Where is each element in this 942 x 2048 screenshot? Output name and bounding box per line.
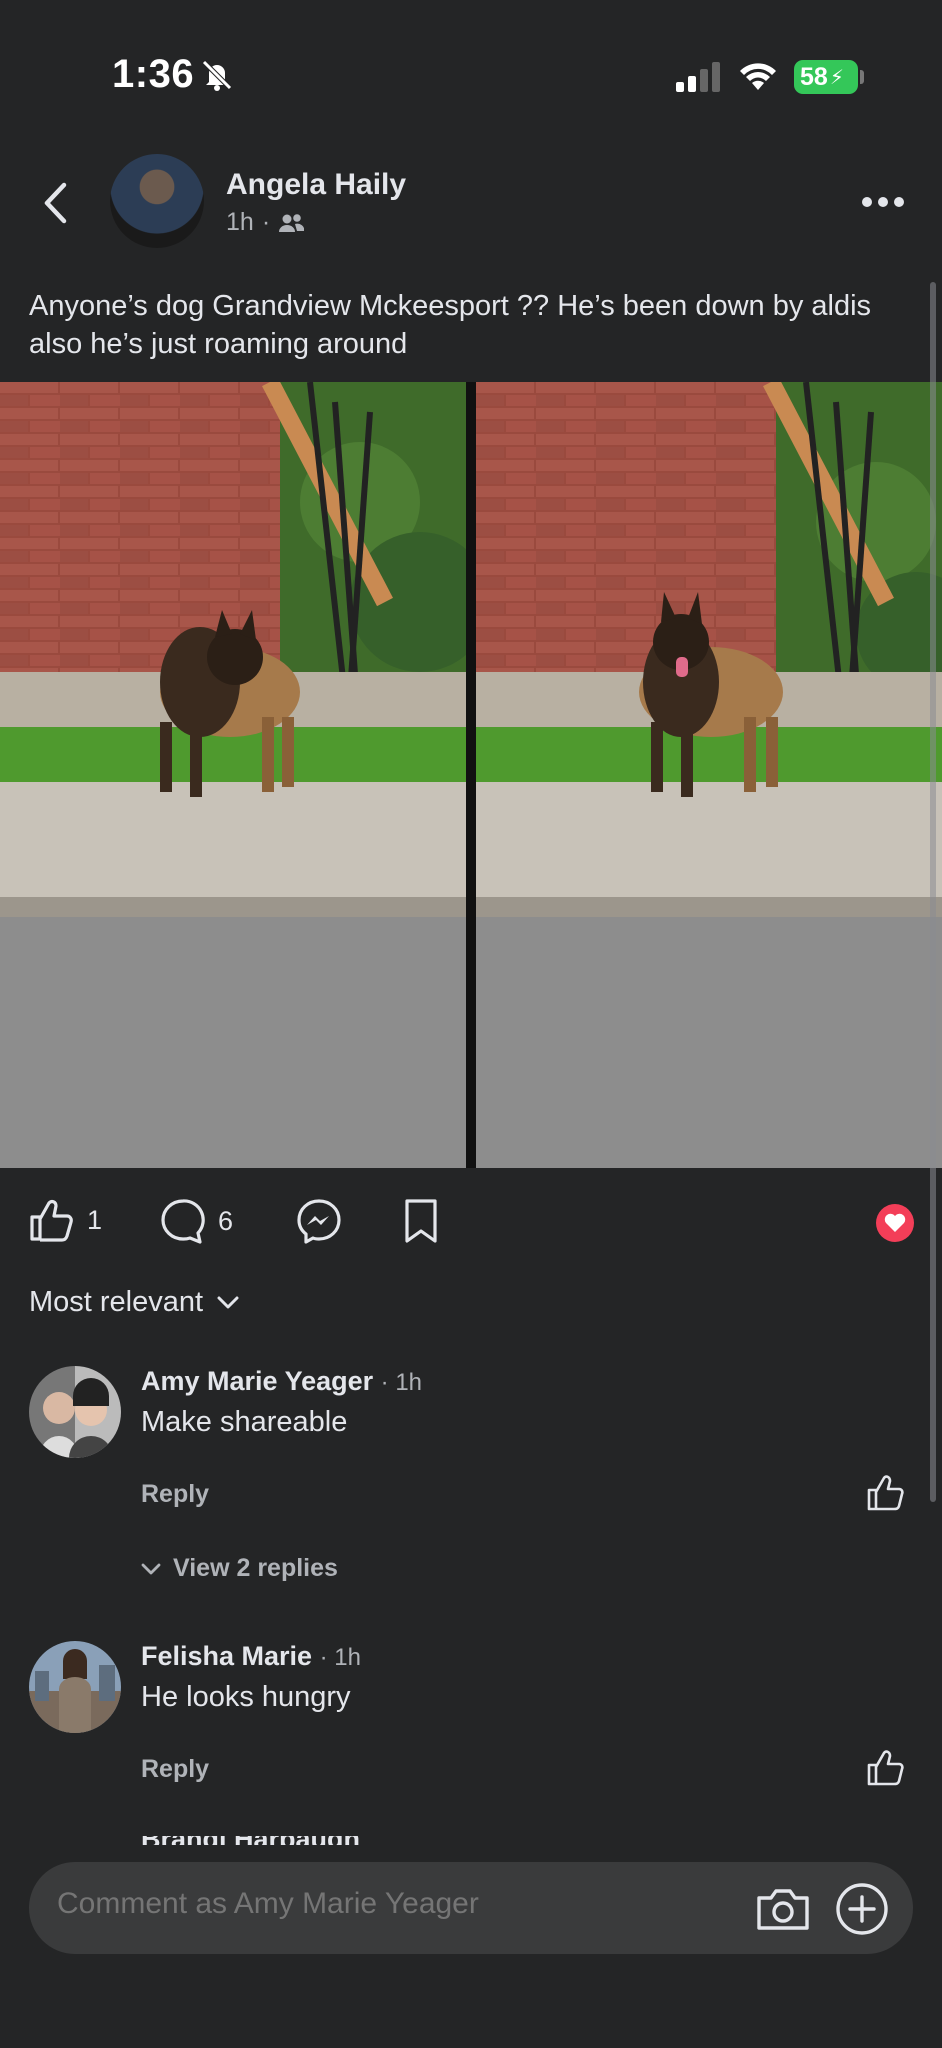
heart-icon <box>884 1213 906 1232</box>
post-time: 1h <box>226 208 254 236</box>
view-replies-label: View 2 replies <box>173 1554 338 1582</box>
messenger-share-button[interactable] <box>296 1198 342 1244</box>
commenter-avatar[interactable] <box>29 1366 121 1458</box>
avatar-photo <box>39 1378 113 1458</box>
post-actions: 1 6 <box>0 1190 942 1256</box>
wifi-icon <box>740 63 776 90</box>
thumbs-up-icon <box>30 1199 73 1242</box>
commenter-avatar[interactable] <box>29 1641 121 1733</box>
commenter-name-text: Felisha Marie <box>141 1641 313 1671</box>
comment-composer <box>29 1862 913 1954</box>
add-attachment-icon[interactable] <box>835 1882 889 1936</box>
author-avatar[interactable] <box>110 154 204 248</box>
comment-time: · 1h <box>319 1644 361 1671</box>
back-button[interactable] <box>34 178 76 228</box>
chevron-down-icon <box>217 1296 239 1308</box>
battery-level: 58 <box>800 62 828 91</box>
dog-photo-2 <box>476 382 942 1168</box>
scrollbar[interactable] <box>930 282 936 1502</box>
post-text: Anyone’s dog Grandview Mckeesport ?? He’… <box>29 290 872 360</box>
reply-button[interactable]: Reply <box>141 1755 209 1784</box>
comment-icon <box>161 1199 205 1244</box>
dot-icon <box>894 197 904 207</box>
dot-icon <box>878 197 888 207</box>
comment-like-icon[interactable] <box>866 1749 906 1787</box>
battery-cap <box>860 70 864 84</box>
comment-count: 6 <box>218 1205 234 1236</box>
comment-sort-dropdown[interactable]: Most relevant <box>29 1286 239 1319</box>
bell-slash-icon <box>202 60 232 91</box>
comment-item: Amy Marie Yeager · 1h Make shareable Rep… <box>0 1360 942 1600</box>
commenter-name[interactable]: Amy Marie Yeager · 1h <box>141 1366 422 1397</box>
comment-time: · 1h <box>380 1369 423 1396</box>
like-count: 1 <box>87 1204 103 1235</box>
battery-charging-icon: 58 ⚡ <box>794 60 858 94</box>
messenger-icon <box>297 1199 341 1244</box>
chevron-down-icon <box>141 1563 161 1574</box>
avatar-photo <box>29 1649 121 1733</box>
signal-icon <box>676 62 720 92</box>
camera-icon[interactable] <box>755 1886 811 1932</box>
more-options-button[interactable] <box>862 194 906 210</box>
chevron-left-icon <box>44 182 67 224</box>
friends-icon <box>279 213 305 232</box>
post-photo-2[interactable] <box>476 382 942 1168</box>
post-photo-1[interactable] <box>0 382 466 1168</box>
sort-label: Most relevant <box>29 1286 204 1318</box>
comment-text: Make shareable <box>141 1406 348 1438</box>
bookmark-icon <box>405 1199 437 1243</box>
like-button[interactable]: 1 <box>29 1198 102 1242</box>
post-meta: 1h · <box>226 208 305 237</box>
comment-like-icon[interactable] <box>866 1474 906 1512</box>
save-button[interactable] <box>404 1198 438 1244</box>
author-name[interactable]: Angela Haily <box>226 168 406 202</box>
meta-separator: · <box>261 208 271 236</box>
reply-button[interactable]: Reply <box>141 1480 209 1509</box>
love-reaction-icon[interactable] <box>876 1204 914 1242</box>
status-time: 1:36 <box>112 52 195 96</box>
commenter-name-text: Amy Marie Yeager <box>141 1366 374 1396</box>
comment-item: Felisha Marie · 1h He looks hungry Reply <box>0 1635 942 1805</box>
commenter-name[interactable]: Felisha Marie · 1h <box>141 1641 361 1672</box>
comment-text: He looks hungry <box>141 1681 351 1713</box>
status-bar: 1:36 58 ⚡ <box>0 0 942 150</box>
dog-photo-1 <box>0 382 466 1168</box>
comment-input[interactable] <box>57 1887 737 1921</box>
post-header: Angela Haily 1h · <box>0 150 942 260</box>
photo-grid <box>0 382 942 1168</box>
dot-icon <box>862 197 872 207</box>
comment-button[interactable]: 6 <box>160 1198 233 1244</box>
view-replies-button[interactable]: View 2 replies <box>141 1554 338 1583</box>
